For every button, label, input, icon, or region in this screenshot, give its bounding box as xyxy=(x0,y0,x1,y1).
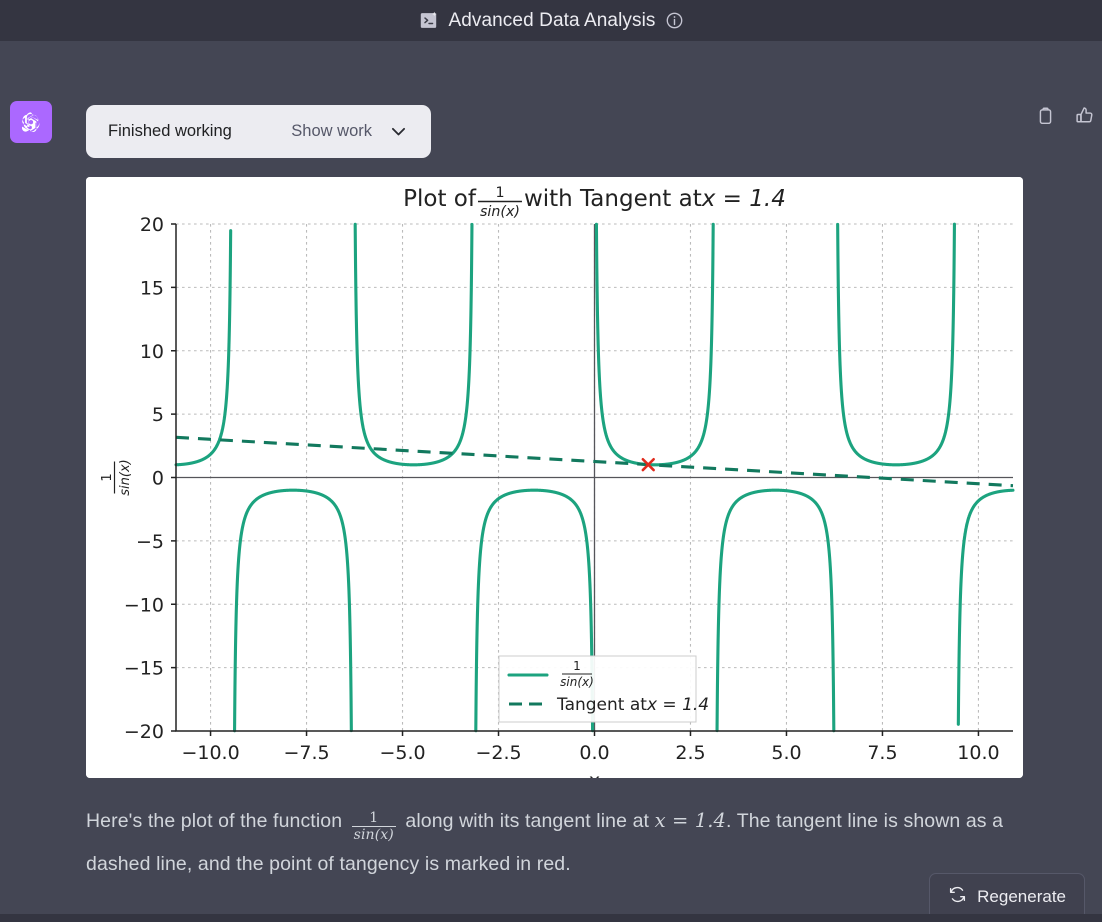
show-work-link[interactable]: Show work xyxy=(291,122,372,141)
chevron-down-icon[interactable] xyxy=(388,121,409,142)
svg-text:10: 10 xyxy=(140,341,164,363)
svg-text:2.5: 2.5 xyxy=(675,742,705,764)
svg-text:x = 1.4: x = 1.4 xyxy=(701,186,786,212)
svg-text:−5: −5 xyxy=(136,531,164,553)
svg-text:−7.5: −7.5 xyxy=(283,742,329,764)
svg-text:0: 0 xyxy=(152,468,164,490)
refresh-icon xyxy=(948,885,967,909)
tool-status-pill[interactable]: Finished working Show work xyxy=(86,105,431,158)
info-icon[interactable] xyxy=(665,11,684,30)
assistant-paragraph-1: Here's the plot of the function 1 sin(x) … xyxy=(86,799,1031,886)
svg-text:sin(x): sin(x) xyxy=(560,675,594,689)
svg-text:Tangent at: Tangent at xyxy=(556,695,647,715)
advanced-data-analysis-icon xyxy=(418,10,439,31)
svg-text:15: 15 xyxy=(140,277,164,299)
svg-text:−10.0: −10.0 xyxy=(181,742,239,764)
svg-text:10.0: 10.0 xyxy=(957,742,999,764)
thumbs-up-button[interactable] xyxy=(1072,103,1098,129)
chatgpt-conversation-screen: Advanced Data Analysis Finished working … xyxy=(0,0,1102,922)
regenerate-button[interactable]: Regenerate xyxy=(929,873,1085,920)
bottom-edge xyxy=(0,914,1102,922)
avatar xyxy=(10,101,52,143)
svg-text:1: 1 xyxy=(100,473,115,481)
svg-text:Plot of: Plot of xyxy=(403,186,477,212)
assistant-message-block: Finished working Show work −10.0 −7.5 −5… xyxy=(0,41,1102,922)
svg-text:sin(x): sin(x) xyxy=(480,204,520,220)
fraction-numerator: 1 xyxy=(369,810,379,827)
svg-text:0.0: 0.0 xyxy=(579,742,609,764)
p1-math: x = 1.4 xyxy=(654,809,727,832)
svg-text:20: 20 xyxy=(140,214,164,236)
svg-text:x: x xyxy=(589,770,600,778)
svg-text:7.5: 7.5 xyxy=(867,742,897,764)
svg-text:1: 1 xyxy=(495,185,504,201)
svg-text:−15: −15 xyxy=(124,658,164,680)
inline-fraction-1: 1 sin(x) xyxy=(351,810,396,844)
plot-image-card: −10.0 −7.5 −5.0 −2.5 0.0 2.5 5.0 7.5 10.0 20 15 10 5… xyxy=(86,177,1023,778)
openai-logo-icon xyxy=(21,112,40,133)
svg-text:−10: −10 xyxy=(124,594,164,616)
svg-text:1: 1 xyxy=(573,659,581,673)
page-title: Advanced Data Analysis xyxy=(448,9,656,31)
svg-text:with Tangent at: with Tangent at xyxy=(524,186,702,212)
svg-text:sin(x): sin(x) xyxy=(118,459,133,495)
matplotlib-figure: −10.0 −7.5 −5.0 −2.5 0.0 2.5 5.0 7.5 10.02015105… xyxy=(86,177,1023,778)
svg-text:x = 1.4: x = 1.4 xyxy=(646,695,709,715)
svg-text:−2.5: −2.5 xyxy=(475,742,521,764)
svg-text:−20: −20 xyxy=(124,721,164,743)
svg-text:5: 5 xyxy=(152,404,164,426)
svg-text:5.0: 5.0 xyxy=(771,742,801,764)
copy-button[interactable] xyxy=(1032,103,1058,129)
p1-text-a: Here's the plot of the function xyxy=(86,810,348,832)
svg-text:−5.0: −5.0 xyxy=(379,742,425,764)
regenerate-label: Regenerate xyxy=(977,886,1066,906)
fraction-denominator: sin(x) xyxy=(351,826,396,844)
message-actions xyxy=(1032,103,1098,129)
chart-legend: 1 sin(x) Tangent at x = 1.4 xyxy=(498,655,709,723)
p1-text-b: along with its tangent line at xyxy=(399,810,655,832)
tool-status-label: Finished working xyxy=(108,122,232,140)
top-header-bar: Advanced Data Analysis xyxy=(0,0,1102,41)
